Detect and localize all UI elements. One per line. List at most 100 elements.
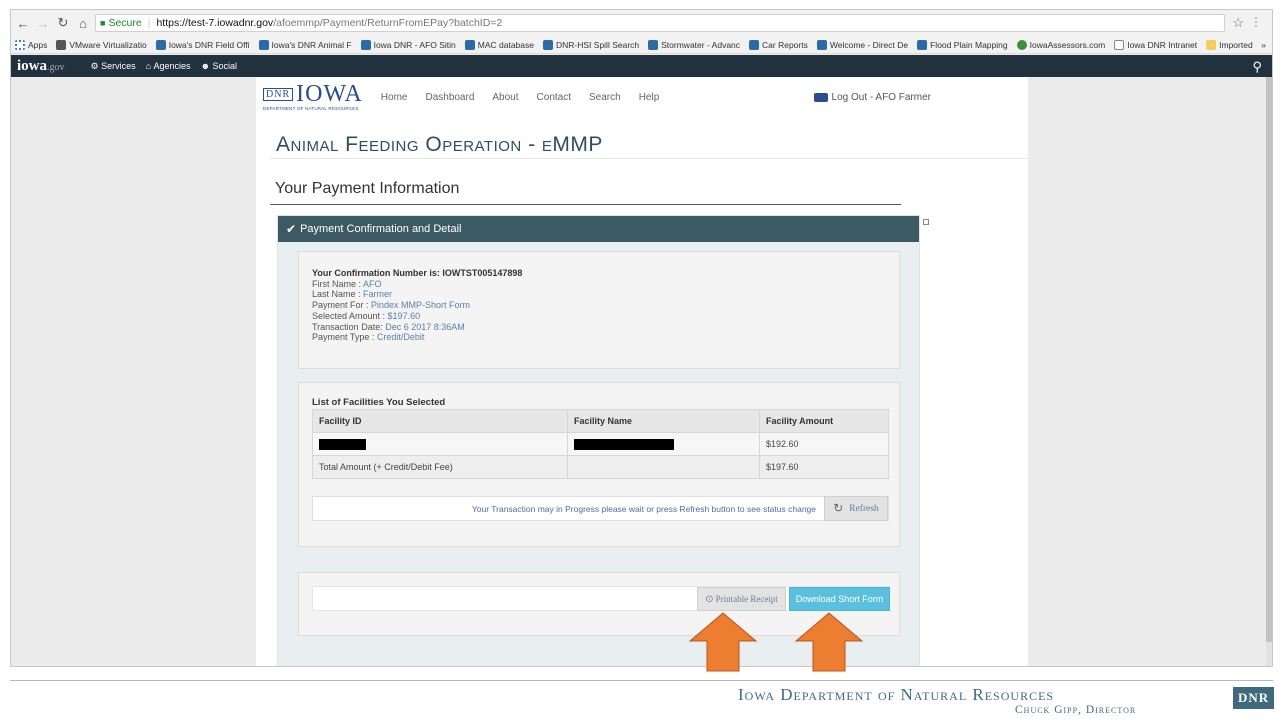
secure-label: Secure — [108, 17, 142, 29]
payment-type-row: Payment Type : Credit/Debit — [312, 332, 425, 343]
total-empty-cell — [567, 455, 760, 479]
bookmark-vmware[interactable]: VMware Virtualizatio — [56, 39, 147, 50]
url-host: https://test-7.iowadnr.gov — [156, 17, 274, 29]
bookmark-flood-plain[interactable]: Flood Plain Mapping — [917, 39, 1008, 50]
services-link[interactable]: ⚙ Services — [91, 61, 136, 72]
url-separator: | — [147, 17, 151, 29]
status-bar: Your Transaction may in Progress please … — [312, 496, 889, 521]
refresh-button[interactable]: ↻ Refresh — [824, 496, 888, 521]
dnr-icon — [648, 39, 659, 50]
building-icon: ⌂ — [145, 61, 154, 71]
bookmark-welcome[interactable]: Welcome - Direct De — [816, 39, 908, 50]
bookmark-field-offices[interactable]: Iowa's DNR Field Offi — [155, 39, 250, 50]
bookmarks-bar: Apps VMware Virtualizatio Iowa's DNR Fie… — [11, 36, 1272, 54]
orange-up-arrow-icon — [794, 612, 864, 672]
iowa-dnr-logo[interactable]: DNR IOWA DEPARTMENT OF NATURAL RESOURCES — [263, 82, 363, 111]
footer-org-name: Iowa Department of Natural Resources — [738, 685, 1055, 704]
dnr-icon — [917, 39, 928, 50]
dnr-icon — [464, 39, 475, 50]
nav-about[interactable]: About — [492, 92, 518, 103]
agencies-link[interactable]: ⌂ Agencies — [146, 61, 191, 71]
bookmark-afo-siting[interactable]: Iowa DNR - AFO Sitin — [360, 39, 456, 50]
bookmark-intranet[interactable]: Iowa DNR Intranet — [1114, 39, 1197, 50]
dnr-icon — [816, 39, 827, 50]
bookmark-apps[interactable]: Apps — [15, 39, 47, 50]
browser-window: ← → ↻ ⌂ ■ Secure | https://test-7.iowadn… — [10, 9, 1273, 667]
bookmark-stormwater[interactable]: Stormwater - Advanc — [648, 39, 740, 50]
facilities-table: Facility ID Facility Name Facility Amoun… — [312, 409, 889, 479]
bookmark-imported[interactable]: Imported — [1206, 39, 1253, 50]
section-divider — [270, 204, 901, 205]
table-header-row: Facility ID Facility Name Facility Amoun… — [312, 409, 889, 433]
iowa-gov-logo[interactable]: iowa.gov — [17, 58, 65, 75]
facilities-title: List of Facilities You Selected — [312, 397, 446, 408]
footer-divider — [10, 680, 1273, 681]
logout-link[interactable]: Log Out - AFO Farmer — [813, 92, 931, 103]
printable-receipt-button[interactable]: ⊙ Printable Receipt — [697, 587, 786, 611]
bookmarks-more-icon[interactable]: » — [1261, 40, 1266, 50]
folder-icon — [1206, 39, 1217, 50]
bookmark-spill-search[interactable]: DNR-HSI Spill Search — [543, 39, 639, 50]
header-facility-name: Facility Name — [567, 409, 760, 433]
dnr-icon — [749, 39, 760, 50]
nav-contact[interactable]: Contact — [537, 92, 571, 103]
vmware-icon — [56, 39, 67, 50]
redacted-block — [319, 438, 366, 450]
dnr-icon — [258, 39, 269, 50]
bookmark-animal-feeding[interactable]: Iowa's DNR Animal F — [258, 39, 352, 50]
status-message: Your Transaction may in Progress please … — [471, 504, 816, 514]
globe-icon — [1016, 39, 1027, 50]
search-icon[interactable]: ⚲ — [1252, 59, 1262, 75]
last-name-row: Last Name : Farmer — [312, 289, 393, 300]
confirmation-card: Your Confirmation Number is: IOWTST00514… — [298, 251, 900, 369]
bookmark-mac-database[interactable]: MAC database — [464, 39, 534, 50]
address-row: ← → ↻ ⌂ ■ Secure | https://test-7.iowadn… — [11, 10, 1272, 36]
orange-up-arrow-icon — [688, 612, 758, 672]
small-checkbox[interactable] — [923, 219, 929, 225]
url-path: /afoemmp/Payment/ReturnFromEPay?batchID=… — [273, 17, 503, 29]
selected-amount-row: Selected Amount : $197.60 — [312, 310, 421, 321]
nav-home[interactable]: Home — [381, 92, 408, 103]
bookmark-star-icon[interactable]: ☆ — [1232, 15, 1244, 31]
nav-search[interactable]: Search — [589, 92, 621, 103]
gears-icon: ⚙ — [90, 60, 102, 71]
back-arrow-icon[interactable]: ← — [15, 16, 31, 31]
actions-bar: ⊙ Printable Receipt Download Short Form — [312, 586, 890, 611]
apps-grid-icon — [15, 39, 25, 50]
bookmark-car-reports[interactable]: Car Reports — [749, 39, 808, 50]
home-icon[interactable]: ⌂ — [75, 16, 91, 31]
total-label-cell: Total Amount (+ Credit/Debit Fee) — [312, 455, 568, 479]
iowa-gov-bar: iowa.gov ⚙ Services ⌂ Agencies ☻ Social … — [11, 55, 1272, 77]
payment-for-row: Payment For : Pindex MMP-Short Form — [312, 300, 471, 311]
table-row: $192.60 — [312, 432, 889, 456]
confirmation-number: Your Confirmation Number is: IOWTST00514… — [312, 268, 523, 278]
forward-arrow-icon[interactable]: → — [35, 16, 51, 31]
panel-header: ✔ Payment Confirmation and Detail — [278, 216, 919, 242]
slide: ← → ↻ ⌂ ■ Secure | https://test-7.iowadn… — [0, 0, 1283, 721]
address-bar[interactable]: ■ Secure | https://test-7.iowadnr.gov/af… — [95, 14, 1225, 32]
facility-amount-cell: $192.60 — [759, 432, 889, 456]
transaction-date-row: Transaction Date: Dec 6 2017 8:36AM — [312, 321, 465, 332]
facilities-card: List of Facilities You Selected Facility… — [298, 382, 900, 547]
nav-help[interactable]: Help — [639, 92, 660, 103]
page-icon — [1114, 39, 1125, 50]
lock-icon: ■ — [100, 18, 106, 28]
first-name-row: First Name : AFO — [312, 278, 382, 289]
title-divider — [270, 158, 1028, 159]
checkmark-icon: ✔ — [286, 222, 297, 236]
logout-icon — [813, 93, 828, 102]
social-link[interactable]: ☻ Social — [201, 61, 238, 71]
menu-dots-icon[interactable]: ⋮ — [1250, 15, 1262, 29]
scrollbar-thumb[interactable] — [1266, 77, 1272, 642]
dnr-icon — [360, 39, 371, 50]
header-facility-id: Facility ID — [312, 409, 568, 433]
download-short-form-button[interactable]: Download Short Form — [789, 587, 890, 611]
reload-icon[interactable]: ↻ — [55, 15, 71, 31]
total-amount-cell: $197.60 — [759, 455, 889, 479]
nav-dashboard[interactable]: Dashboard — [425, 92, 474, 103]
bookmark-assessors[interactable]: IowaAssessors.com — [1016, 39, 1105, 50]
header-facility-amount: Facility Amount — [759, 409, 889, 433]
dnr-icon — [155, 39, 166, 50]
page-content: DNR IOWA DEPARTMENT OF NATURAL RESOURCES … — [256, 77, 1028, 666]
print-icon: ⊙ — [705, 593, 714, 605]
